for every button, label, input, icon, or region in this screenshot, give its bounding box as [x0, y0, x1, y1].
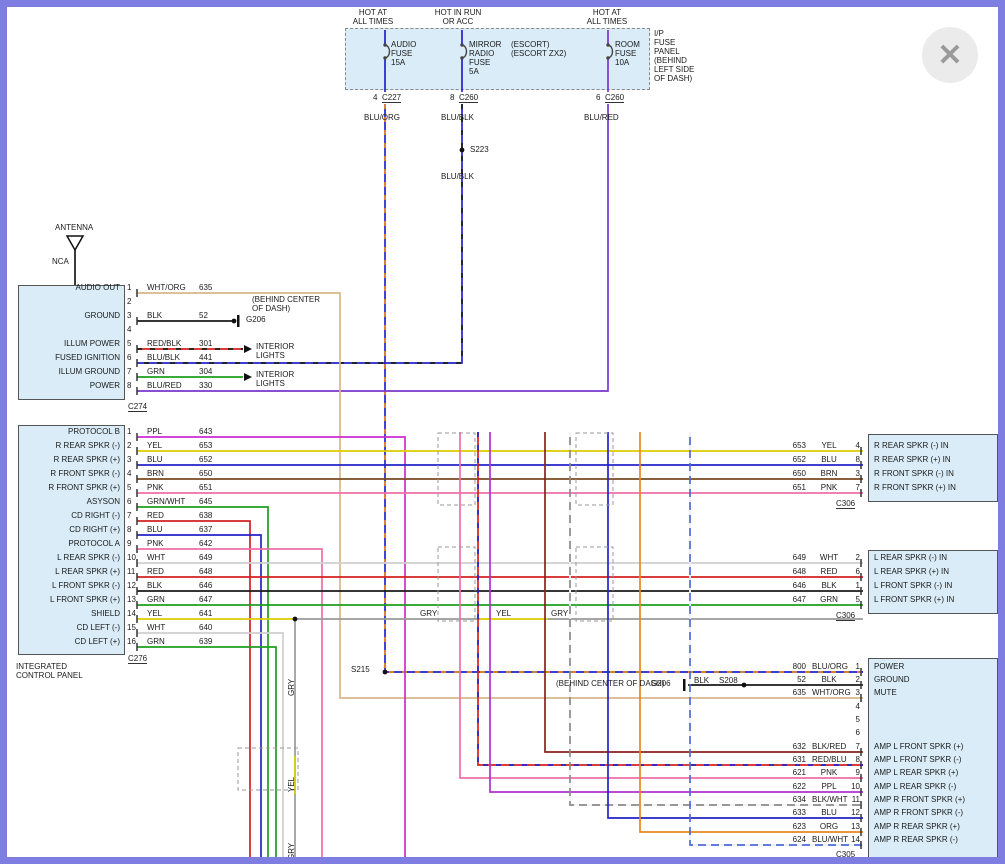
- close-button[interactable]: ✕: [922, 27, 978, 83]
- close-icon: ✕: [937, 38, 962, 73]
- wiring-svg: [0, 0, 1005, 864]
- wiring-diagram-page: HOT ATALL TIMESHOT IN RUNOR ACCHOT ATALL…: [0, 0, 1005, 864]
